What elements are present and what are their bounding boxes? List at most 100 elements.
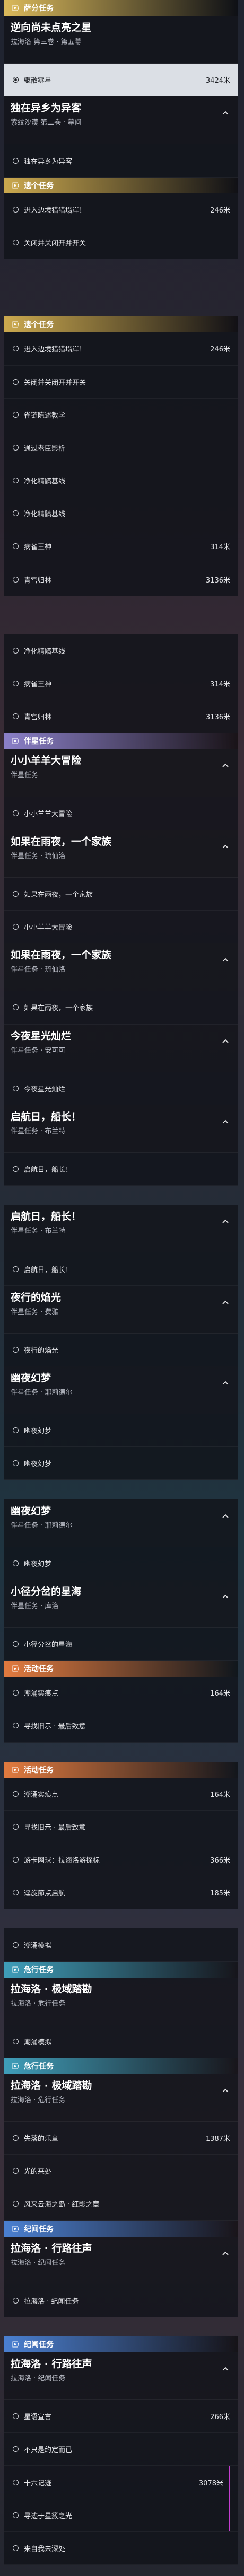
chevron-up-icon[interactable]: [221, 1511, 230, 1521]
chevron-up-icon[interactable]: [221, 842, 230, 851]
quest-card[interactable]: 小径分岔的星海 伴星任务 · 库洛: [4, 1580, 238, 1628]
objective-row[interactable]: 关闭并关闭开并开关: [4, 226, 238, 259]
objective-row[interactable]: 风来云海之岛 · 红影之章: [4, 2187, 238, 2221]
objective-circle-icon: [13, 576, 19, 583]
category-label: 纪闻任务: [24, 2225, 54, 2234]
objective-row[interactable]: 如果在雨夜，一个家族: [4, 991, 238, 1025]
objective-row[interactable]: 寻找旧示 · 最后致意: [4, 1709, 238, 1743]
objective-row[interactable]: 潮涌实痕点 164米: [4, 1777, 238, 1811]
chevron-up-icon[interactable]: [221, 1117, 230, 1126]
chevron-up-icon[interactable]: [221, 955, 230, 965]
objective-row[interactable]: 净化精髇基线: [4, 497, 238, 531]
objective-row[interactable]: 今夜星光灿烂: [4, 1072, 238, 1105]
objective-row[interactable]: 关闭并关闭开并开关: [4, 365, 238, 399]
objective-circle-icon: [13, 1460, 19, 1467]
objective-row[interactable]: 潮涌实痕点 164米: [4, 1677, 238, 1710]
objective-row[interactable]: 小径分岔的星海: [4, 1628, 238, 1661]
category-header[interactable]: 遗个任务: [4, 316, 238, 333]
objective-row[interactable]: 不只是约定而已: [4, 2433, 238, 2466]
quest-card[interactable]: 幽夜幻梦 伴星任务 · 耶莉德尔: [4, 1366, 238, 1415]
chevron-up-icon[interactable]: [221, 1378, 230, 1388]
objective-row[interactable]: 通过老臣影析: [4, 431, 238, 465]
quest-card[interactable]: 今夜星光灿烂 伴星任务 · 安可可: [4, 1024, 238, 1072]
objective-row-selected[interactable]: 驱散雾星 3424米: [4, 64, 238, 97]
chevron-up-icon[interactable]: [221, 1592, 230, 1601]
objective-row[interactable]: 拉海洛 · 纪闻任务: [4, 2284, 238, 2317]
objective-row[interactable]: 寻迹于星簇之光: [4, 2499, 238, 2532]
category-header[interactable]: 活动任务: [4, 1661, 238, 1677]
objective-row[interactable]: 逕旋節点启航 185米: [4, 1876, 238, 1910]
objective-row[interactable]: 夜行的焰光: [4, 1333, 238, 1366]
objective-label: 光的来处: [24, 2168, 52, 2176]
category-header[interactable]: 活动任务: [4, 1761, 238, 1778]
objective-circle-icon: [13, 1166, 19, 1172]
objective-row[interactable]: 病雀王神 314米: [4, 667, 238, 701]
objective-row[interactable]: 十六记迹 3078米: [4, 2466, 238, 2499]
objective-row[interactable]: 幽夜幻梦: [4, 1447, 238, 1480]
quest-card[interactable]: 幽夜幻梦 伴星任务 · 耶莉德尔: [4, 1499, 238, 1547]
objective-row[interactable]: 独在异乡为异客: [4, 144, 238, 178]
chevron-up-icon[interactable]: [221, 1036, 230, 1046]
objective-row[interactable]: 失落的乐章 1387米: [4, 2122, 238, 2155]
objective-label: 启航日，船长！: [24, 1266, 73, 1274]
quest-card[interactable]: 逆向尚未点亮之星 拉海洛 第三卷 · 第五幕: [4, 16, 238, 64]
quest-title: 幽夜幻梦: [11, 1372, 51, 1384]
objective-row[interactable]: 如果在雨夜，一个家族: [4, 877, 238, 911]
objective-row[interactable]: 幽夜幻梦: [4, 1547, 238, 1580]
objective-row[interactable]: 潮涌模拟: [4, 2025, 238, 2058]
objective-row[interactable]: 青宫归林 3136米: [4, 563, 238, 596]
quest-card[interactable]: 启航日，船长！ 伴星任务 · 布兰特: [4, 1205, 238, 1253]
quest-card[interactable]: 如果在雨夜，一个家族 伴星任务 · 琉仙洛: [4, 830, 238, 878]
quest-card[interactable]: 独在异乡为异客 紫纹沙漠 第二卷 · 幕间: [4, 96, 238, 145]
objective-row[interactable]: 小小羊羊大冒险: [4, 911, 238, 944]
category-header[interactable]: 危行任务: [4, 2058, 238, 2074]
quest-card[interactable]: 拉海洛 · 极域踏勘 拉海洛 · 危行任务: [4, 1977, 238, 2025]
objective-circle-icon: [13, 239, 19, 245]
chevron-up-icon[interactable]: [221, 2086, 230, 2095]
quest-category-icon: [11, 2062, 20, 2070]
objective-row[interactable]: 幽夜幻梦: [4, 1414, 238, 1448]
objective-row[interactable]: 游卡网球：拉海洛游探标 366米: [4, 1843, 238, 1877]
chevron-up-icon[interactable]: [221, 2248, 230, 2258]
category-header[interactable]: 危行任务: [4, 1961, 238, 1978]
objective-row[interactable]: 进入边境猎猎塕岸！ 246米: [4, 193, 238, 226]
objective-circle-icon: [13, 2297, 19, 2304]
category-header[interactable]: 伴星任务: [4, 733, 238, 749]
quest-category-icon: [11, 4, 20, 12]
objective-row[interactable]: 小小羊羊大冒险: [4, 797, 238, 830]
quest-card[interactable]: 拉海洛 · 行路往声 拉海洛 · 纪闻任务: [4, 2352, 238, 2401]
chevron-up-icon[interactable]: [221, 1298, 230, 1307]
chevron-up-icon[interactable]: [221, 108, 230, 118]
objective-row[interactable]: 净化精髇基线: [4, 634, 238, 668]
objective-row[interactable]: 寻找旧示 · 最后致意: [4, 1810, 238, 1843]
quest-card[interactable]: 拉海洛 · 极域踏勘 拉海洛 · 危行任务: [4, 2074, 238, 2122]
quest-card[interactable]: 如果在雨夜，一个家族 伴星任务 · 琉仙洛: [4, 943, 238, 992]
objective-row[interactable]: 来自我未深处: [4, 2531, 238, 2565]
quest-card[interactable]: 拉海洛 · 行路往声 拉海洛 · 纪闻任务: [4, 2236, 238, 2284]
quest-card[interactable]: 夜行的焰光 伴星任务 · 费雅: [4, 1285, 238, 1334]
quest-subtitle: 拉海洛 · 纪闻任务: [11, 2259, 66, 2267]
chevron-up-icon[interactable]: [221, 761, 230, 770]
objective-row[interactable]: 星语宣言 266米: [4, 2400, 238, 2433]
objective-row[interactable]: 启航日，船长！: [4, 1153, 238, 1186]
objective-row[interactable]: 雀链陈述教学: [4, 398, 238, 431]
category-header[interactable]: 纪闻任务: [4, 2336, 238, 2352]
objective-row[interactable]: 启航日，船长！: [4, 1252, 238, 1286]
objective-row[interactable]: 净化精髇基线: [4, 464, 238, 498]
category-header[interactable]: 遗个任务: [4, 177, 238, 193]
objective-label: 病雀王神: [24, 543, 52, 552]
objective-row[interactable]: 光的来处: [4, 2155, 238, 2188]
chevron-up-icon[interactable]: [221, 2364, 230, 2374]
objective-row[interactable]: 潮涌模拟: [4, 1928, 238, 1962]
objective-row[interactable]: 进入边境猎猎塕岸！ 246米: [4, 332, 238, 366]
quest-title: 逆向尚未点亮之星: [11, 22, 92, 33]
quest-card[interactable]: 启航日，船长！ 伴星任务 · 布兰特: [4, 1105, 238, 1153]
quest-card[interactable]: 小小羊羊大冒险 伴星任务: [4, 749, 238, 797]
objective-row[interactable]: 青宫归林 3136米: [4, 700, 238, 734]
category-header[interactable]: 纪闻任务: [4, 2220, 238, 2237]
category-header[interactable]: 萨分任务: [4, 0, 238, 16]
chevron-up-icon[interactable]: [221, 1216, 230, 1226]
objective-row[interactable]: 病雀王神 314米: [4, 530, 238, 563]
